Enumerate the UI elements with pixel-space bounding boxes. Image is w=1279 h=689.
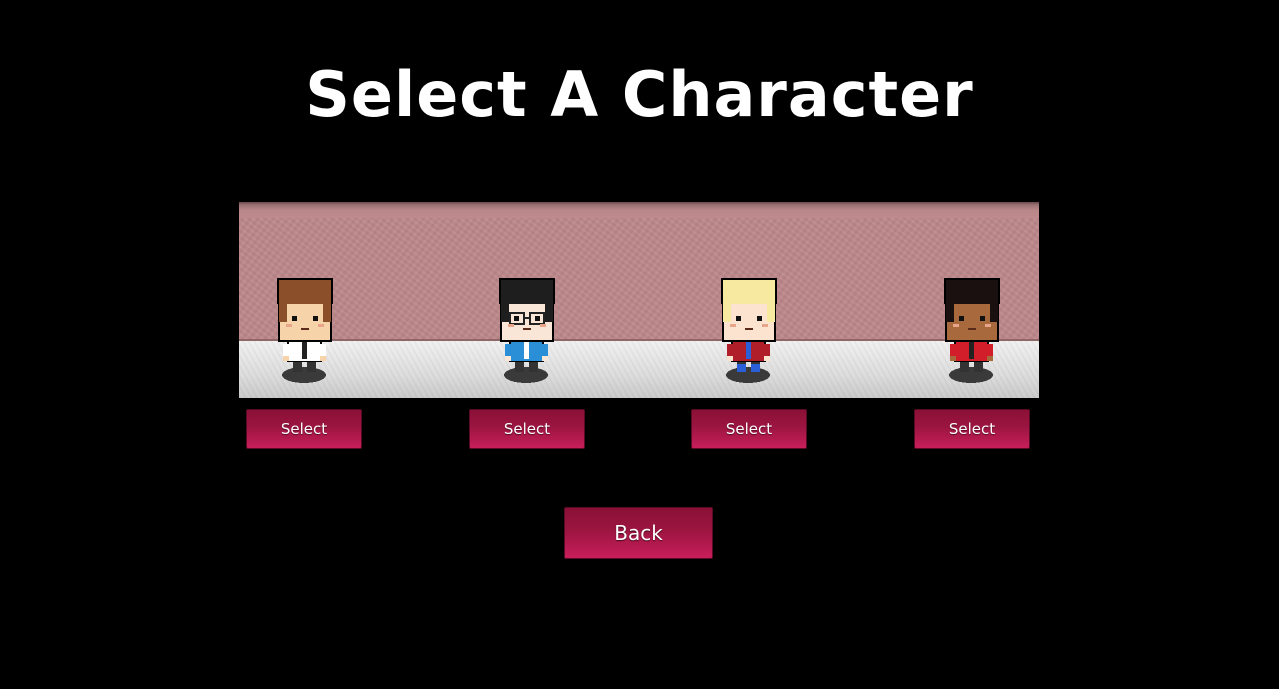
sprite-mouth [968,328,976,330]
sprite-shirt-detail [302,341,307,359]
select-character-4-button[interactable]: Select [914,409,1030,449]
sprite-shirt-detail [524,341,529,359]
page-title: Select A Character [305,58,974,131]
sprite-hair-side-right [990,302,998,322]
sprite-cheek-left [508,324,514,327]
select-character-1-button[interactable]: Select [246,409,362,449]
sprite-shadow [504,367,548,383]
stage-floor [239,341,1039,398]
sprite-hand-left [950,356,956,361]
sprite-arm-left [950,344,956,358]
character-4-sprite [940,278,1004,386]
sprite-hand-right [987,356,993,361]
sprite-eye-right [980,316,985,321]
character-sprite-art [721,278,777,383]
sprite-eye-left [736,316,741,321]
sprite-hair-side-left [501,302,509,322]
character-sprite-art [944,278,1000,383]
sprite-eye-left [292,316,297,321]
sprite-shoe-right [751,364,760,372]
sprite-shirt-detail [746,341,751,359]
sprite-hand-right [320,356,326,361]
sprite-hair [946,280,998,304]
character-sprite-art [277,278,333,383]
sprite-cheek-left [953,324,959,327]
select-character-3-button[interactable]: Select [691,409,807,449]
sprite-arm-left [283,344,289,358]
character-stage [239,202,1039,398]
sprite-hair-side-right [323,302,331,322]
sprite-shadow [282,367,326,383]
sprite-hand-right [764,356,770,361]
select-character-2-button[interactable]: Select [469,409,585,449]
sprite-hair-side-left [279,302,287,322]
sprite-hand-left [283,356,289,361]
sprite-arm-right [320,344,326,358]
sprite-hair [723,280,775,304]
sprite-cheek-left [286,324,292,327]
sprite-cheek-right [318,324,324,327]
character-2-sprite [495,278,559,386]
sprite-hand-left [505,356,511,361]
sprite-arm-left [505,344,511,358]
sprite-hand-left [727,356,733,361]
sprite-hair-side-left [946,302,954,322]
character-1-sprite [273,278,337,386]
sprite-eye-left [514,316,519,321]
sprite-shirt-detail [969,341,974,359]
sprite-hair-side-right [767,302,775,322]
sprite-mouth [301,328,309,330]
sprite-hair-side-left [723,302,731,322]
sprite-arm-right [542,344,548,358]
sprite-shadow [726,367,770,383]
sprite-arm-right [764,344,770,358]
back-button[interactable]: Back [564,507,713,559]
sprite-cheek-left [730,324,736,327]
sprite-hair [501,280,553,304]
sprite-eye-right [535,316,540,321]
sprite-shadow [949,367,993,383]
sprite-hair [279,280,331,304]
stage-wall-trim [239,202,1039,218]
sprite-eye-left [959,316,964,321]
character-3-sprite [717,278,781,386]
sprite-mouth [745,328,753,330]
character-select-screen: Select A Character Select Select Select … [0,0,1279,689]
sprite-hand-right [542,356,548,361]
sprite-hair-side-right [545,302,553,322]
sprite-shoe-left [737,364,746,372]
stage-wall [239,202,1039,341]
sprite-cheek-right [985,324,991,327]
sprite-eye-right [313,316,318,321]
sprite-cheek-right [762,324,768,327]
sprite-glasses-bridge [524,317,530,319]
sprite-eye-right [757,316,762,321]
sprite-arm-left [727,344,733,358]
sprite-mouth [523,328,531,330]
sprite-cheek-right [540,324,546,327]
character-sprite-art [499,278,555,383]
sprite-arm-right [987,344,993,358]
